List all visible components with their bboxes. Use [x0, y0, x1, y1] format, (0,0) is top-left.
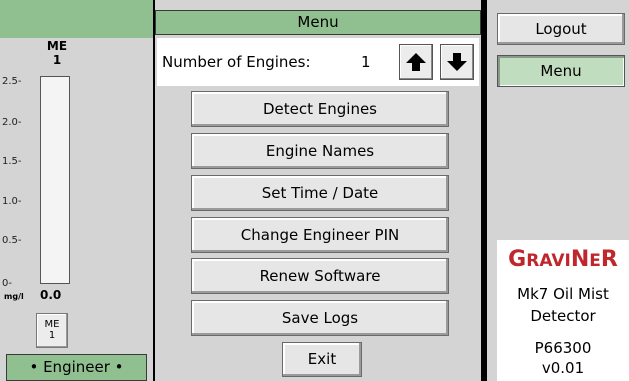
software-version: v0.01 [541, 359, 585, 377]
logo-letter-n: N [570, 247, 590, 272]
product-name-line1: Mk7 Oil Mist [517, 285, 609, 303]
engine-count-value: 1 [361, 53, 371, 71]
detect-engines-button[interactable]: Detect Engines [191, 91, 449, 127]
gauge-tick-label: 0.5- [2, 235, 22, 246]
engine-select-button-name: ME [44, 319, 60, 330]
logo-letter-r: R [600, 247, 618, 272]
engine-names-button[interactable]: Engine Names [191, 133, 449, 169]
menu-nav-button[interactable]: Menu [497, 55, 625, 87]
graviner-logo: GRAVINER [497, 248, 629, 273]
gauge-tick-label: 2.5- [2, 76, 22, 87]
product-code: P66300 [534, 339, 592, 357]
gauge-tick-label: 1.0- [2, 196, 22, 207]
exit-button[interactable]: Exit [282, 342, 362, 377]
engine-count-label: Number of Engines: [162, 53, 311, 71]
change-engineer-pin-button[interactable]: Change Engineer PIN [191, 217, 449, 253]
arrow-down-icon [447, 53, 467, 71]
menu-title: Menu [155, 10, 481, 35]
gauge-tick-label: 1.5- [2, 156, 22, 167]
product-name-line2: Detector [530, 307, 596, 325]
gauge-value-readout: 0.0 [40, 288, 62, 302]
logo-letter-g: G [508, 247, 527, 272]
set-time-date-button[interactable]: Set Time / Date [191, 175, 449, 211]
gauge-tick-label: 0- [2, 278, 12, 289]
logo-letters-ravi: RAVI [526, 251, 571, 271]
gauge-tick-label: 2.0- [2, 117, 22, 128]
gauge-unit-label: mg/l [4, 292, 24, 301]
logo-letter-e: E [589, 251, 601, 271]
arrow-up-icon [406, 53, 426, 71]
save-logs-button[interactable]: Save Logs [191, 300, 449, 336]
decrease-engines-button[interactable] [440, 44, 474, 80]
gauge-panel-header [0, 0, 153, 38]
renew-software-button[interactable]: Renew Software [191, 258, 449, 294]
gauge-engine-index: 1 [52, 53, 62, 67]
user-role-badge: • Engineer • [6, 354, 147, 381]
engine-select-button-index: 1 [48, 330, 56, 341]
increase-engines-button[interactable] [399, 44, 433, 80]
gauge-engine-name: ME [46, 39, 68, 53]
engine-select-button[interactable]: ME 1 [36, 313, 68, 348]
logout-button[interactable]: Logout [497, 13, 625, 45]
oil-mist-level-bar [40, 76, 70, 284]
